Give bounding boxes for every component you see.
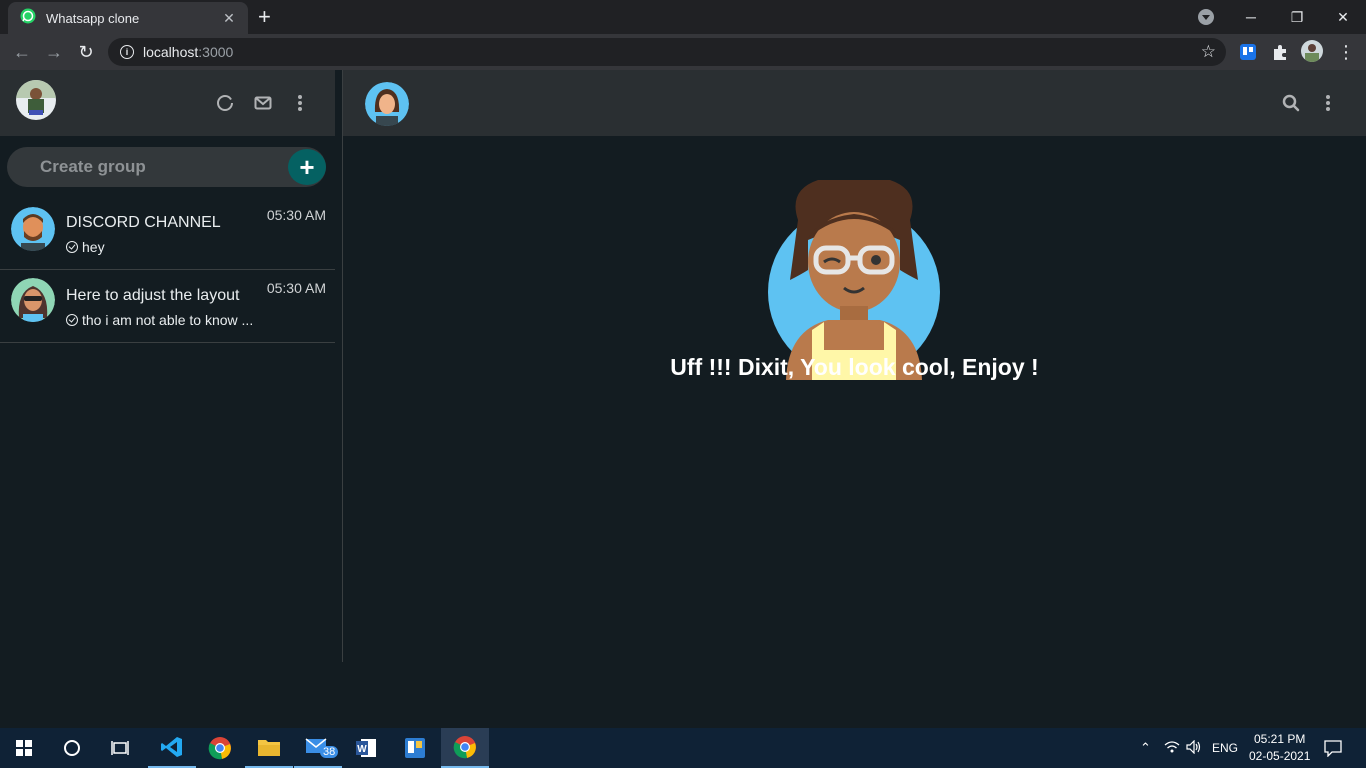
back-arrow-icon[interactable]: ← [10, 40, 34, 64]
sidebar-menu-icon[interactable] [289, 92, 311, 114]
app-icon[interactable] [391, 728, 439, 768]
message-icon[interactable] [252, 92, 274, 114]
search-icon[interactable] [1280, 92, 1302, 114]
chat-name: DISCORD CHANNEL [66, 214, 221, 231]
reload-icon[interactable]: ↻ [74, 40, 98, 64]
task-view-icon[interactable] [96, 728, 144, 768]
browser-tab[interactable]: Whatsapp clone ✕ [8, 2, 248, 34]
minimize-button[interactable]: ─ [1228, 0, 1274, 34]
create-group-bar: + [7, 147, 326, 187]
chat-menu-icon[interactable] [1317, 92, 1339, 114]
tab-search-icon[interactable] [1198, 9, 1214, 25]
wifi-icon[interactable] [1164, 740, 1180, 757]
chrome-running-icon[interactable] [441, 728, 489, 768]
user-avatar[interactable] [16, 80, 56, 120]
tray-chevron-icon[interactable]: ⌃ [1140, 740, 1151, 756]
main-header [343, 70, 1366, 136]
notifications-icon[interactable] [1324, 739, 1342, 760]
windows-taskbar: 38 W ⌃ ENG 05:21 PM 02-05-2021 [0, 728, 1366, 768]
extensions-puzzle-icon[interactable] [1270, 42, 1290, 62]
restore-button[interactable]: ❐ [1274, 0, 1320, 34]
welcome-message: Uff !!! Dixit, You look cool, Enjoy ! [670, 354, 1039, 380]
windows-start-icon[interactable] [0, 728, 48, 768]
chrome-icon[interactable] [196, 728, 244, 768]
tab-title: Whatsapp clone [46, 10, 140, 26]
sidebar: + DISCORD CHANNEL 05:30 AM hey Here to a… [0, 70, 335, 662]
forward-arrow-icon[interactable]: → [42, 40, 66, 64]
url-port: :3000 [198, 44, 234, 60]
chat-list-item[interactable]: DISCORD CHANNEL 05:30 AM hey [0, 197, 335, 270]
browser-tab-bar: Whatsapp clone ✕ + ─ ❐ ✕ [0, 0, 1366, 34]
url-host: localhost [143, 44, 199, 60]
volume-icon[interactable] [1186, 739, 1202, 757]
chat-preview: hey [66, 239, 105, 255]
cortana-search-icon[interactable] [48, 728, 96, 768]
chat-time: 05:30 AM [266, 280, 326, 296]
whatsapp-app: + DISCORD CHANNEL 05:30 AM hey Here to a… [0, 70, 1366, 728]
add-group-button[interactable]: + [288, 149, 326, 185]
chat-list-item[interactable]: Here to adjust the layout 05:30 AM tho i… [0, 270, 335, 343]
site-info-icon[interactable]: i [120, 45, 134, 59]
new-tab-button[interactable]: + [258, 6, 271, 28]
chat-preview-text: tho i am not able to know ... [82, 312, 254, 328]
tab-close-icon[interactable]: ✕ [220, 10, 238, 27]
clock-date[interactable]: 02-05-2021 [1249, 749, 1310, 763]
clock-time[interactable]: 05:21 PM [1254, 732, 1305, 746]
vscode-icon[interactable] [148, 728, 196, 768]
chat-avatar [11, 207, 55, 251]
language-indicator[interactable]: ENG [1212, 741, 1238, 755]
chat-avatar [11, 278, 55, 322]
sent-check-icon [66, 241, 78, 253]
file-explorer-icon[interactable] [245, 728, 293, 768]
chat-preview: tho i am not able to know ... [66, 312, 253, 328]
sidebar-header [0, 70, 335, 136]
svg-text:W: W [357, 744, 367, 755]
chat-time: 05:30 AM [266, 207, 326, 223]
chrome-menu-icon[interactable]: ⋮ [1334, 40, 1358, 64]
word-icon[interactable]: W [342, 728, 390, 768]
create-group-input[interactable] [7, 147, 287, 187]
bookmark-star-icon[interactable]: ☆ [1201, 42, 1216, 62]
extension-icon[interactable] [1238, 42, 1258, 62]
contact-avatar[interactable] [365, 82, 409, 126]
chat-name: Here to adjust the layout [66, 287, 240, 304]
profile-avatar[interactable] [1301, 40, 1323, 62]
chat-preview-text: hey [82, 239, 105, 255]
mail-icon[interactable]: 38 [294, 728, 342, 768]
status-icon[interactable] [214, 92, 236, 114]
browser-toolbar: ← → ↻ i localhost:3000 ☆ ⋮ [0, 34, 1366, 70]
mail-badge: 38 [320, 746, 339, 758]
address-bar[interactable]: i localhost:3000 ☆ [108, 38, 1226, 66]
whatsapp-icon [20, 8, 36, 29]
sent-check-icon [66, 314, 78, 326]
close-window-button[interactable]: ✕ [1320, 0, 1366, 34]
